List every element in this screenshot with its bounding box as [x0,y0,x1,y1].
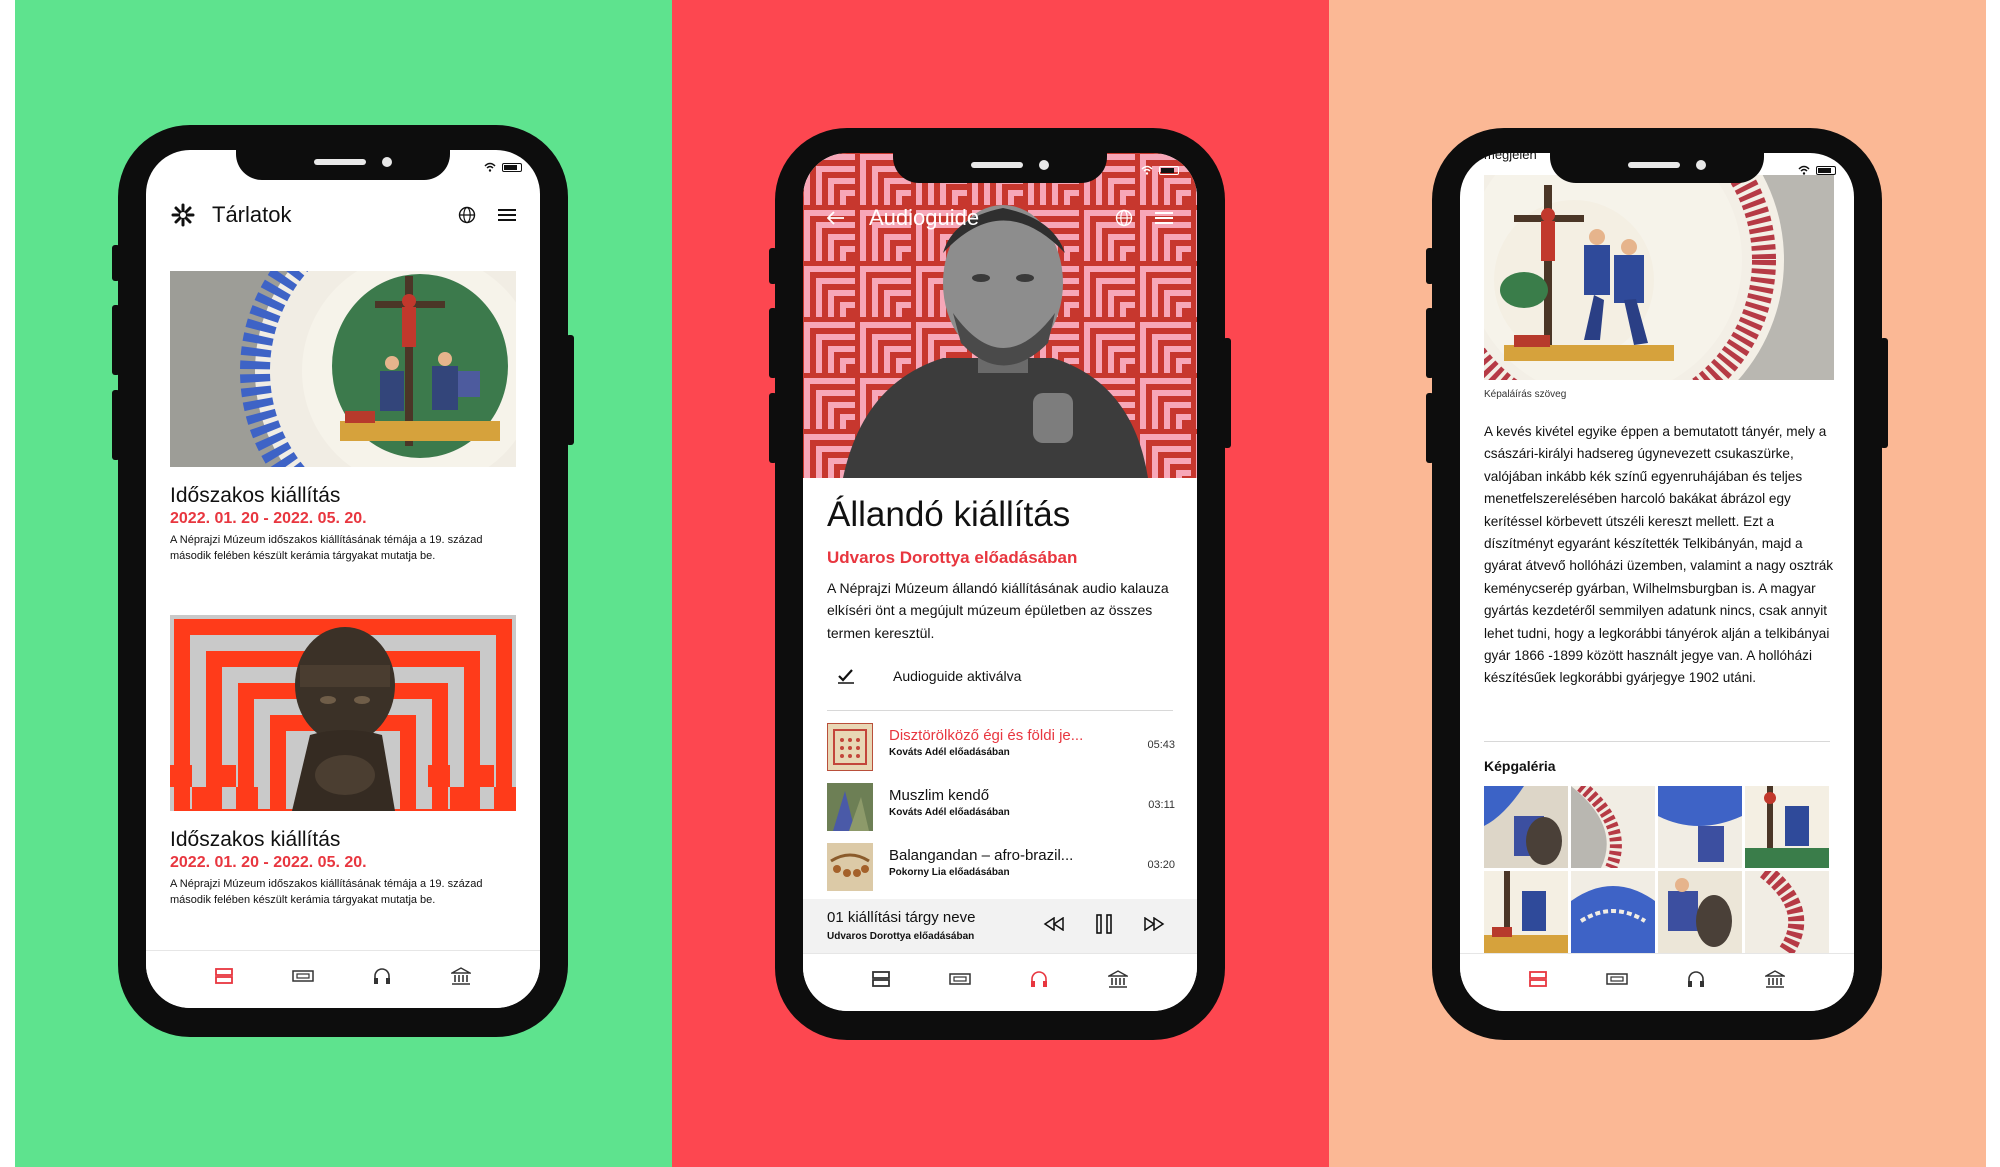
exhibitions-icon[interactable] [215,967,234,985]
exhibitions-icon[interactable] [872,970,891,988]
card-description: A Néprajzi Múzeum időszakos kiállításána… [170,878,483,906]
ticket-icon[interactable] [1606,971,1628,987]
exhibition-card-image[interactable] [170,615,516,811]
museum-logo-icon [170,202,196,228]
globe-icon[interactable] [1115,209,1133,227]
bottom-tab-bar [146,950,540,1008]
track-duration: 03:20 [1147,859,1175,871]
headphones-icon[interactable] [1029,970,1049,988]
museum-icon[interactable] [450,966,471,985]
gallery-thumbnail[interactable] [1658,871,1742,953]
track-title: Muszlim kendő [889,787,990,804]
exhibition-heading: Állandó kiállítás [827,495,1071,534]
wifi-icon [1141,165,1153,175]
headphones-icon[interactable] [372,967,392,985]
pause-icon[interactable] [1095,914,1113,934]
ticket-icon[interactable] [949,971,971,987]
card-title: Időszakos kiállítás [170,828,341,851]
player-narrator: Udvaros Dorottya előadásában [827,931,975,942]
panel-red: Audioguide Állandó kiállítás Udvaros Dor… [672,0,1329,1167]
track-duration: 03:11 [1148,799,1175,811]
exhibition-subheading: Udvaros Dorottya előadásában [827,548,1078,567]
player-track-title: 01 kiállítási tárgy neve [827,909,976,926]
rewind-icon[interactable] [1043,917,1065,931]
gallery-thumbnail[interactable] [1745,786,1829,868]
screen-tarlatok: Tárlatok Időszakos kiállítás 2022. 01. 2… [146,150,540,1008]
card-title: Időszakos kiállítás [170,484,341,507]
bottom-tab-bar [1460,953,1854,1011]
museum-icon[interactable] [1764,969,1785,988]
gallery-thumbnail[interactable] [1658,786,1742,868]
exhibitions-icon[interactable] [1529,970,1548,988]
page-title: Audioguide [869,205,980,230]
battery-icon [1159,165,1179,175]
card-date: 2022. 01. 20 - 2022. 05. 20. [170,854,367,871]
page-title: Tárlatok [212,202,292,227]
phone-frame: Audioguide Állandó kiállítás Udvaros Dor… [769,128,1231,1040]
track-row[interactable]: Muszlim kendő Kováts Adél előadásában 03… [827,781,1177,833]
phone-frame: Tárlatok Időszakos kiállítás 2022. 01. 2… [112,125,574,1037]
image-gallery [1484,781,1834,958]
status-bar [1141,165,1179,175]
object-image[interactable] [1484,175,1834,380]
checkmark-icon [837,668,855,684]
back-arrow-icon[interactable] [827,211,845,225]
status-bar [1798,165,1836,175]
track-title: Disztörölköző égi és földi je... [889,727,1084,744]
menu-icon[interactable] [498,208,516,222]
track-title: Balangandan – afro-brazil... [889,847,1074,864]
screen-audioguide: Audioguide Állandó kiállítás Udvaros Dor… [803,153,1197,1011]
track-duration: 05:43 [1147,739,1175,751]
track-row[interactable]: Balangandan – afro-brazil... Pokorny Lia… [827,841,1177,893]
track-thumbnail [827,783,873,831]
divider [827,710,1173,711]
track-row[interactable]: Disztörölköző égi és földi je... Kováts … [827,721,1177,773]
mini-player[interactable]: 01 kiállítási tárgy neve Udvaros Dorotty… [803,899,1197,953]
bottom-tab-bar [803,953,1197,1011]
audioguide-status-label: Audioguide aktiválva [893,668,1022,684]
wifi-icon [1798,165,1810,175]
card-date: 2022. 01. 20 - 2022. 05. 20. [170,510,367,527]
gallery-thumbnail[interactable] [1745,864,1829,958]
track-narrator: Pokorny Lia előadásában [889,867,1010,878]
top-bar: Tárlatok [146,190,540,240]
exhibition-description: A Néprajzi Múzeum állandó kiállításának … [827,580,1169,641]
gallery-thumbnail[interactable] [1571,781,1655,871]
audioguide-toggle[interactable]: Audioguide aktiválva [837,668,1021,684]
top-bar: Audioguide [803,193,1197,243]
screen-detail: megjelen Képaláírás szöveg A kevés kivét… [1460,153,1854,1011]
panel-green: Tárlatok Időszakos kiállítás 2022. 01. 2… [15,0,672,1167]
track-narrator: Kováts Adél előadásában [889,807,1010,818]
panel-peach: megjelen Képaláírás szöveg A kevés kivét… [1329,0,1986,1167]
fast-forward-icon[interactable] [1143,917,1165,931]
museum-icon[interactable] [1107,969,1128,988]
image-caption: Képaláírás szöveg [1484,389,1567,400]
globe-icon[interactable] [458,206,476,224]
battery-icon [1816,165,1836,175]
menu-icon[interactable] [1155,211,1173,225]
card-description: A Néprajzi Múzeum időszakos kiállításána… [170,534,483,562]
status-bar [484,162,522,172]
gallery-thumbnail[interactable] [1484,786,1568,868]
gallery-title: Képgaléria [1484,758,1556,774]
track-thumbnail [827,843,873,891]
object-description: A kevés kivétel egyike éppen a bemutatot… [1484,424,1834,686]
exhibition-card-image[interactable] [170,271,516,467]
gallery-thumbnail[interactable] [1571,871,1655,953]
divider [1484,741,1830,742]
headphones-icon[interactable] [1686,970,1706,988]
battery-icon [502,162,522,172]
track-thumbnail [827,723,873,771]
phone-frame: megjelen Képaláírás szöveg A kevés kivét… [1426,128,1888,1040]
wifi-icon [484,162,496,172]
ticket-icon[interactable] [292,968,314,984]
scrolled-text: megjelen [1484,153,1537,162]
gallery-thumbnail[interactable] [1484,871,1568,953]
track-narrator: Kováts Adél előadásában [889,747,1010,758]
